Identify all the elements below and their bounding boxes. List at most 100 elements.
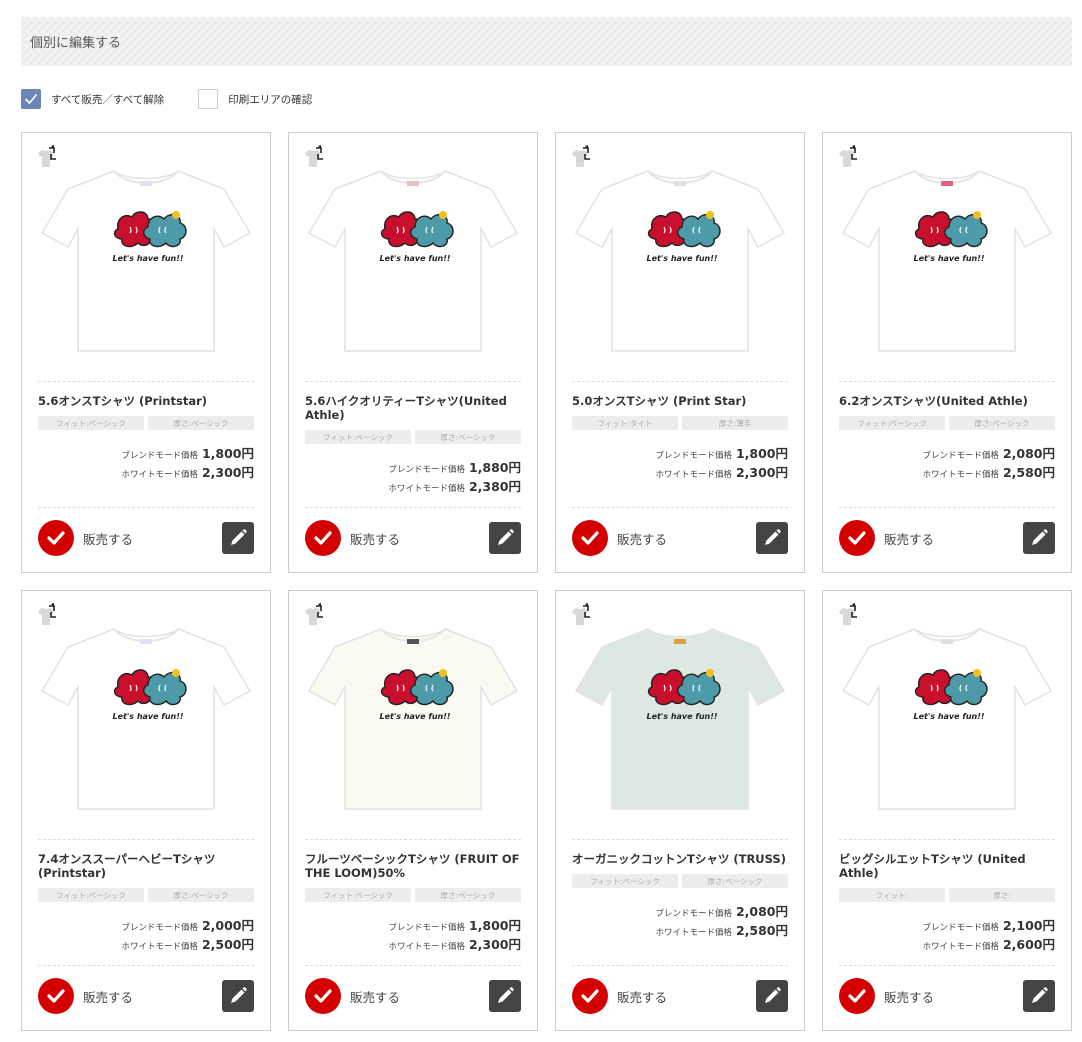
product-card: Let's have fun!! オーガニックコットンTシャツ (TRUSS) フィ… [555,590,805,1031]
sell-toggle[interactable]: 販売する [305,978,400,1014]
edit-button[interactable] [756,980,788,1012]
print-area-toggle[interactable]: 印刷エリアの確認 [198,89,312,109]
product-card: Let's have fun!! 7.4オンススーパーヘビーTシャツ(Prints… [21,590,271,1031]
white-price-row: ホワイトモード価格 2,300円 [655,462,788,481]
edit-button[interactable] [222,980,254,1012]
product-name: フルーツベーシックTシャツ (FRUIT OF THE LOOM)50% [305,852,520,880]
product-image: Let's have fun!! [299,149,527,365]
tshirt-image: Let's have fun!! [574,628,786,810]
sell-toggle[interactable]: 販売する [572,520,667,556]
check-icon [581,531,599,545]
cloud-characters-print: Let's have fun!! [112,669,187,721]
product-image: Let's have fun!! [32,149,260,365]
pencil-icon [231,987,247,1003]
sell-label: 販売する [617,531,668,547]
blend-price-value: 1,880円 [468,460,521,475]
check-icon [47,989,65,1003]
white-price-value: 2,580円 [735,923,788,938]
divider [38,965,254,966]
blend-price-row: ブレンドモード価格 1,800円 [388,915,521,934]
blend-price-row: ブレンドモード価格 1,880円 [388,457,521,476]
white-price-row: ホワイトモード価格 2,300円 [388,934,521,953]
fit-tag: フィット:ベーシック [572,874,678,888]
sell-check-button[interactable] [839,520,875,556]
divider [572,381,788,382]
blend-price-row: ブレンドモード価格 1,800円 [121,443,254,462]
blend-price-row: ブレンドモード価格 2,080円 [655,901,788,920]
blend-price-value: 2,080円 [735,904,788,919]
product-image: Let's have fun!! [566,149,794,365]
white-price-value: 2,580円 [1002,465,1055,480]
svg-text:Let's have fun!!: Let's have fun!! [913,712,984,721]
product-card: Let's have fun!! フルーツベーシックTシャツ (FRUIT OF … [288,590,538,1031]
cloud-characters-print: Let's have fun!! [913,211,988,263]
check-icon [24,93,38,105]
edit-button[interactable] [1023,522,1055,554]
edit-button[interactable] [489,980,521,1012]
sell-all-toggle[interactable]: すべて販売／すべて解除 [21,89,164,109]
edit-button[interactable] [489,522,521,554]
print-area-checkbox[interactable] [198,89,219,109]
product-specs: フィット:タイト 厚さ:薄手 [572,416,788,430]
white-price-value: 2,500円 [201,937,254,952]
edit-button[interactable] [756,522,788,554]
product-name: 7.4オンススーパーヘビーTシャツ(Printstar) [38,852,216,880]
thickness-tag: 厚さ:薄手 [682,416,788,430]
divider [38,839,254,840]
white-price-label: ホワイトモード価格 [655,470,732,480]
sell-check-button[interactable] [305,520,341,556]
edit-button[interactable] [1023,980,1055,1012]
sell-toggle[interactable]: 販売する [38,978,133,1014]
sell-check-button[interactable] [305,978,341,1014]
price-list: ブレンドモード価格 1,800円 ホワイトモード価格 2,300円 [121,443,254,481]
thickness-tag: 厚さ:ベーシック [949,416,1055,430]
sell-check-button[interactable] [572,978,608,1014]
sell-check-button[interactable] [839,978,875,1014]
price-list: ブレンドモード価格 2,000円 ホワイトモード価格 2,500円 [121,915,254,953]
section-header: 個別に編集する [21,17,1072,66]
white-price-label: ホワイトモード価格 [922,470,999,480]
print-area-label: 印刷エリアの確認 [228,93,313,106]
sell-toggle[interactable]: 販売する [572,978,667,1014]
product-specs: フィット: 厚さ: [839,888,1055,902]
check-icon [581,989,599,1003]
thickness-tag: 厚さ:ベーシック [148,888,254,902]
product-name: オーガニックコットンTシャツ (TRUSS) [572,852,786,866]
product-name: 5.0オンスTシャツ (Print Star) [572,394,747,408]
fit-tag: フィット:タイト [572,416,678,430]
divider [572,507,788,508]
sell-check-button[interactable] [38,978,74,1014]
tshirt-image: Let's have fun!! [40,170,252,352]
sell-toggle[interactable]: 販売する [38,520,133,556]
check-icon [314,531,332,545]
edit-button[interactable] [222,522,254,554]
cloud-characters-print: Let's have fun!! [379,669,454,721]
sell-check-button[interactable] [572,520,608,556]
product-specs: フィット:ベーシック 厚さ:ベーシック [38,416,254,430]
thickness-tag: 厚さ: [949,888,1055,902]
svg-text:Let's have fun!!: Let's have fun!! [913,254,984,263]
sell-toggle[interactable]: 販売する [305,520,400,556]
sell-toggle[interactable]: 販売する [839,978,934,1014]
product-card: Let's have fun!! 5.6オンスTシャツ (Printstar) フィ… [21,132,271,573]
section-title: 個別に編集する [30,36,122,51]
cloud-characters-print: Let's have fun!! [112,211,187,263]
price-list: ブレンドモード価格 2,080円 ホワイトモード価格 2,580円 [655,901,788,939]
price-list: ブレンドモード価格 2,100円 ホワイトモード価格 2,600円 [922,915,1055,953]
blend-price-label: ブレンドモード価格 [922,451,999,461]
check-icon [47,531,65,545]
sell-all-checkbox[interactable] [21,89,41,109]
sell-all-label: すべて販売／すべて解除 [51,93,165,106]
divider [839,381,1055,382]
fit-tag: フィット:ベーシック [38,888,144,902]
svg-text:Let's have fun!!: Let's have fun!! [112,712,183,721]
product-name: 5.6オンスTシャツ (Printstar) [38,394,208,408]
check-icon [848,989,866,1003]
pencil-icon [231,529,247,545]
sell-toggle[interactable]: 販売する [839,520,934,556]
sell-check-button[interactable] [38,520,74,556]
white-price-row: ホワイトモード価格 2,600円 [922,934,1055,953]
product-specs: フィット:ベーシック 厚さ:ベーシック [839,416,1055,430]
check-icon [848,531,866,545]
thickness-tag: 厚さ:ベーシック [682,874,788,888]
